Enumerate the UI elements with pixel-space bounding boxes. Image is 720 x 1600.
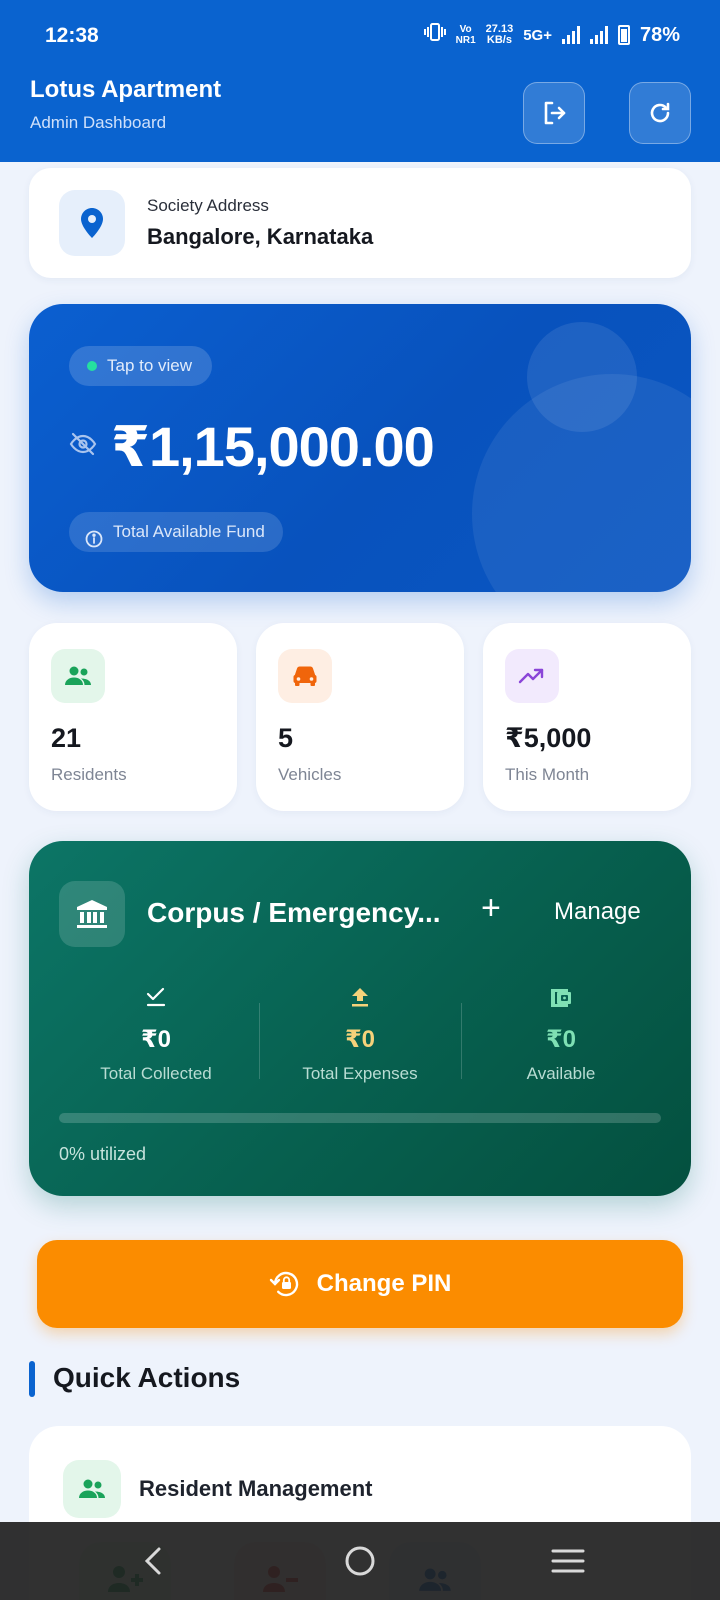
network-speed: 27.13 KB/s [485,23,514,46]
stat-icon-box [51,649,105,703]
logout-icon [544,101,566,125]
menu-icon [551,1549,585,1573]
fund-label-pill: Total Available Fund [69,512,283,552]
people-icon [65,666,91,685]
society-address-card: Society Address Bangalore, Karnataka [29,168,691,278]
stat-card-residents[interactable]: 21 Residents [29,623,237,811]
corpus-available: ₹0 Available [461,981,661,1084]
app-subtitle: Admin Dashboard [30,113,167,132]
wallet-icon [551,989,571,1007]
stat-label: Residents [51,765,127,784]
fund-label: Total Available Fund [113,522,265,541]
battery-icon [617,25,630,45]
corpus-total-expenses: ₹0 Total Expenses [260,981,460,1084]
corpus-value: ₹0 [344,1026,376,1053]
live-dot-icon [87,361,97,371]
car-icon [293,666,317,686]
stat-icon-box [278,649,332,703]
section-accent-bar [29,1361,35,1397]
corpus-label: Available [526,1064,596,1083]
tap-to-view-label: Tap to view [107,356,193,375]
signal-strength-icon [561,26,580,44]
corpus-total-collected: ₹0 Total Collected [56,981,256,1084]
quick-actions-title: Quick Actions [53,1362,241,1393]
nav-home-button[interactable] [335,1536,385,1586]
stat-value: 5 [278,723,294,753]
corpus-title: Corpus / Emergency... [147,897,441,928]
stat-value: ₹5,000 [505,723,592,753]
stat-label: Vehicles [278,765,342,784]
corpus-utilization-bar [59,1113,661,1123]
signal-strength-icon-2 [589,26,608,44]
eye-off-icon[interactable] [69,432,97,461]
status-bar: 12:38 Vo NR1 27.13 KB/s 5G+ 78% [0,0,720,72]
corpus-label: Total Collected [100,1064,212,1083]
home-circle-icon [345,1546,375,1576]
address-value: Bangalore, Karnataka [147,224,374,249]
corpus-value: ₹0 [140,1026,172,1053]
address-label: Society Address [147,196,269,215]
bank-icon [77,900,107,928]
decor-circle [472,374,691,592]
nav-menu-button[interactable] [543,1536,593,1586]
status-icons: Vo NR1 27.13 KB/s 5G+ 78% [423,22,680,48]
resident-management-label: Resident Management [139,1476,373,1501]
vibrate-icon [423,22,446,48]
stat-icon-box [505,649,559,703]
logout-button[interactable] [523,82,585,144]
add-corpus-button[interactable]: + [481,889,501,928]
app-title: Lotus Apartment [30,76,222,103]
corpus-utilized-label: 0% utilized [59,1144,147,1164]
status-time: 12:38 [45,24,99,47]
upload-icon [352,988,368,1007]
corpus-value: ₹0 [545,1026,577,1053]
tap-to-view-pill[interactable]: Tap to view [69,346,213,386]
lock-reset-icon [269,1271,298,1297]
back-icon [144,1547,161,1575]
manage-corpus-button[interactable]: Manage [554,898,641,926]
trending-up-icon [518,668,544,684]
refresh-icon [650,102,670,123]
corpus-icon-box [59,881,125,947]
stat-card-this-month[interactable]: ₹5,000 This Month [483,623,691,811]
battery-percent: 78% [639,23,680,46]
check-icon [146,987,166,1007]
address-icon-box [59,190,125,256]
change-pin-label: Change PIN [316,1270,452,1297]
refresh-button[interactable] [629,82,691,144]
nav-back-button[interactable] [128,1536,178,1586]
fund-amount: ₹1,15,000.00 [111,415,435,478]
people-icon [79,1479,105,1498]
app-header: 12:38 Vo NR1 27.13 KB/s 5G+ 78% Lotus Ap… [0,0,720,162]
stat-card-vehicles[interactable]: 5 Vehicles [256,623,464,811]
location-pin-icon [81,208,103,238]
qa-icon-box [63,1460,121,1518]
network-type: 5G+ [523,26,552,44]
network-indicator: Vo NR1 [455,24,476,46]
corpus-label: Total Expenses [302,1064,418,1083]
change-pin-button[interactable]: Change PIN [37,1240,683,1328]
stat-value: 21 [51,723,82,753]
corpus-fund-card: Corpus / Emergency... + Manage ₹0 Total … [29,841,691,1196]
total-fund-card[interactable]: Tap to view ₹1,15,000.00 Total Available… [29,304,691,592]
info-icon [85,523,103,563]
stat-label: This Month [505,765,590,784]
system-navigation-bar [0,1522,720,1600]
